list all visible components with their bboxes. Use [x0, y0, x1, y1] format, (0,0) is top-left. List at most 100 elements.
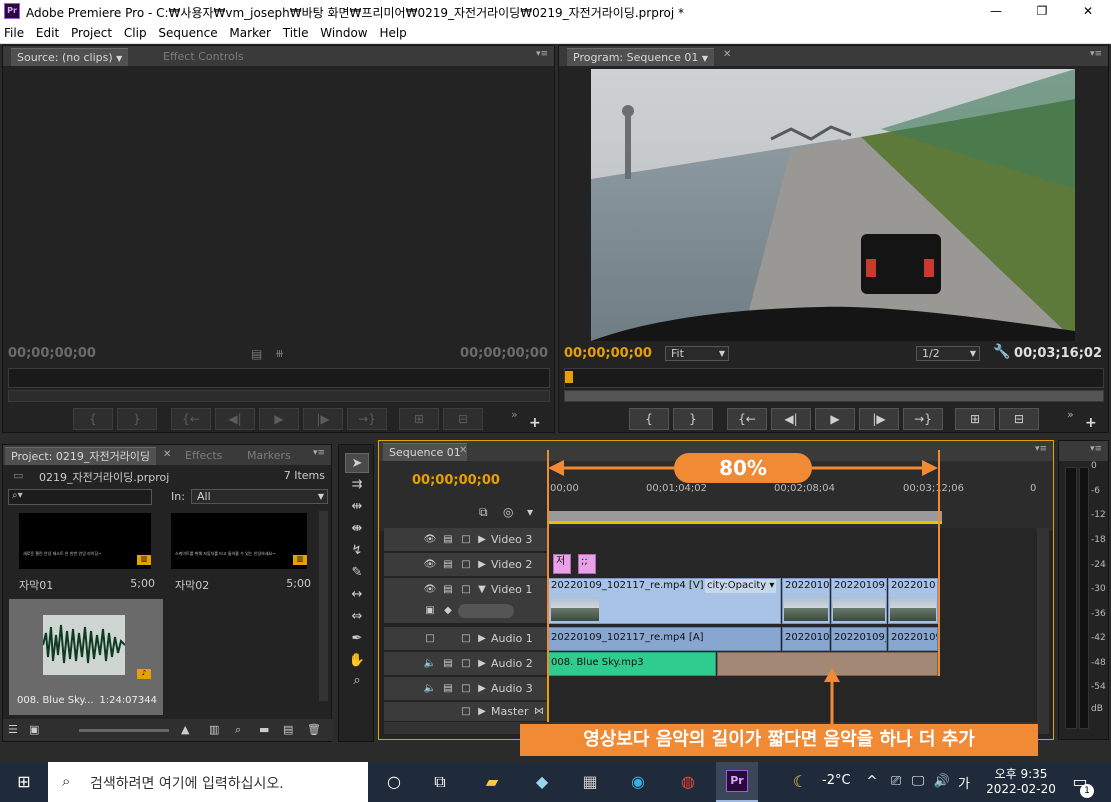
menu-title[interactable]: Title: [279, 23, 313, 40]
eye-icon[interactable]: 👁: [422, 583, 438, 597]
lock-icon[interactable]: □: [458, 583, 474, 597]
source-scrub-bar[interactable]: [8, 368, 550, 388]
go-to-in-button[interactable]: {←: [171, 408, 211, 430]
panel-menu-icon[interactable]: ▾≡: [1035, 444, 1047, 454]
mark-out-button[interactable]: }: [117, 408, 157, 430]
speaker-icon[interactable]: 🔈: [422, 657, 438, 671]
go-to-in-button[interactable]: {←: [727, 408, 767, 430]
weather-temp[interactable]: -2°C: [822, 773, 851, 788]
expand-icon[interactable]: ▶: [474, 533, 490, 547]
music-clip[interactable]: 008. Blue Sky.mp3: [548, 652, 716, 676]
overwrite-button[interactable]: ⊟: [443, 408, 483, 430]
network-icon[interactable]: 🖵: [906, 770, 930, 794]
expand-icon[interactable]: ▶: [474, 705, 490, 719]
tab-markers[interactable]: Markers: [241, 447, 297, 465]
task-view-icon[interactable]: ⧉: [428, 770, 452, 794]
sync-lock-icon[interactable]: ▤: [440, 558, 456, 572]
meet-now-icon[interactable]: ⎚: [884, 770, 908, 794]
play-button[interactable]: ▶: [815, 408, 855, 430]
video-clip[interactable]: 2022010: [888, 578, 938, 624]
sync-lock-icon[interactable]: ▤: [440, 533, 456, 547]
sync-lock-icon[interactable]: ▤: [440, 583, 456, 597]
find-icon[interactable]: ⌕: [235, 723, 241, 737]
audio-clip[interactable]: 20220109: [888, 627, 938, 651]
track-master[interactable]: □ ▶ Master ⋈: [384, 702, 547, 722]
audio-clip[interactable]: 20220109_102117_re.mp4 [A]: [548, 627, 781, 651]
lock-icon[interactable]: □: [458, 657, 474, 671]
film-icon[interactable]: ▤: [251, 347, 262, 361]
program-timecode-current[interactable]: 00;00;00;00: [564, 346, 652, 361]
file-explorer-icon[interactable]: ▰: [480, 770, 504, 794]
step-back-button[interactable]: ◀|: [215, 408, 255, 430]
wrench-icon[interactable]: 🔧: [993, 344, 1010, 360]
ripple-edit-tool-icon[interactable]: ⇹: [345, 497, 369, 517]
new-item-icon[interactable]: ▤: [283, 723, 293, 736]
moon-weather-icon[interactable]: ☾: [788, 770, 812, 794]
lift-button[interactable]: ⊞: [955, 408, 995, 430]
source-timecode-out[interactable]: 00;00;00;00: [460, 346, 548, 361]
timeline-timecode[interactable]: 00;00;00;00: [412, 473, 500, 488]
windows-start-icon[interactable]: ⊞: [12, 770, 36, 794]
extract-button[interactable]: ⊟: [999, 408, 1039, 430]
add-button-icon[interactable]: +: [1085, 415, 1097, 431]
eye-icon[interactable]: 👁: [422, 533, 438, 547]
close-tab-icon[interactable]: ✕: [723, 49, 731, 60]
edge-icon[interactable]: ◉: [626, 770, 650, 794]
zoom-slider[interactable]: [79, 729, 169, 732]
tab-source[interactable]: Source: (no clips) ▼: [11, 48, 129, 66]
work-area-bar[interactable]: [548, 511, 942, 521]
premiere-taskbar-button[interactable]: Pr: [716, 762, 758, 802]
lock-icon[interactable]: □: [458, 682, 474, 696]
audio-clip[interactable]: 2022010: [782, 627, 830, 651]
panel-menu-icon[interactable]: ▾≡: [536, 49, 548, 59]
track-video-1[interactable]: 👁 ▤ □ ▼ Video 1 ▣ ◆: [384, 578, 547, 624]
resolution-dropdown[interactable]: 1/2 ▼: [916, 346, 980, 361]
clock[interactable]: 오후 9:35 2022-02-20: [986, 765, 1056, 796]
display-style-icon[interactable]: ▣: [422, 604, 438, 618]
track-video-2[interactable]: 👁 ▤ □ ▶ Video 2: [384, 553, 547, 577]
time-ruler[interactable]: 00;00 00;01;04;02 00;02;08;04 00;03;12;0…: [548, 481, 1038, 527]
add-button-icon[interactable]: +: [529, 415, 541, 431]
timeline-vscroll[interactable]: [1037, 528, 1049, 722]
menu-file[interactable]: File: [0, 23, 28, 40]
audio-clip[interactable]: 20220109_: [831, 627, 887, 651]
project-item[interactable]: 새로운 챌린 안녕 테스트 안 한번 안녕 라이딩~ ▥ 자막01 5;00: [9, 511, 159, 597]
close-button[interactable]: ✕: [1065, 0, 1111, 23]
insert-button[interactable]: ⊞: [399, 408, 439, 430]
go-to-out-button[interactable]: →}: [903, 408, 943, 430]
add-marker-icon[interactable]: ▾: [527, 505, 533, 519]
track-audio-3[interactable]: 🔈 ▤ □ ▶ Audio 3: [384, 677, 547, 701]
expand-icon[interactable]: ▶: [474, 632, 490, 646]
menu-sequence[interactable]: Sequence: [154, 23, 221, 40]
lock-icon[interactable]: □: [458, 632, 474, 646]
trash-icon[interactable]: 🗑: [307, 723, 321, 736]
step-forward-button[interactable]: |▶: [303, 408, 343, 430]
panel-menu-icon[interactable]: ▾≡: [1090, 49, 1102, 59]
volume-icon[interactable]: 🔊: [930, 770, 954, 794]
project-item[interactable]: ♪ 008. Blue Sky... 1:24:07344: [9, 599, 163, 715]
snap-icon[interactable]: ⧉: [479, 505, 488, 520]
chevron-down-icon[interactable]: ▼: [116, 54, 122, 63]
zoom-tool-icon[interactable]: ⌕: [345, 671, 369, 691]
marker-icon[interactable]: ◎: [503, 505, 513, 519]
close-tab-icon[interactable]: ✕: [163, 449, 171, 460]
title-clip[interactable]: ;;: [578, 554, 596, 574]
project-scrollbar[interactable]: [319, 511, 328, 701]
chrome-icon[interactable]: ◍: [676, 770, 700, 794]
keyframe-nav[interactable]: [458, 604, 514, 618]
lock-icon[interactable]: □: [458, 705, 474, 719]
eye-icon[interactable]: 👁: [422, 558, 438, 572]
tab-effects[interactable]: Effects: [179, 447, 228, 465]
keyframe-icon[interactable]: ◆: [440, 604, 456, 618]
cortana-icon[interactable]: ○: [382, 770, 406, 794]
program-scrub-bar[interactable]: [564, 368, 1104, 388]
in-filter-dropdown[interactable]: All ▼: [191, 489, 328, 504]
program-zoom-bar[interactable]: [564, 390, 1104, 402]
panel-menu-icon[interactable]: ▾≡: [1090, 444, 1102, 454]
rate-stretch-tool-icon[interactable]: ↯: [345, 541, 369, 561]
slide-tool-icon[interactable]: ⇔: [345, 607, 369, 627]
project-item[interactable]: 스케이트를 취해 자동차를 타고 돌아올 수 있는 안녕하세요~ ▥ 자막02 …: [165, 511, 315, 597]
speaker-icon[interactable]: □: [422, 632, 438, 646]
razor-tool-icon[interactable]: ✎: [345, 563, 369, 583]
expand-icon[interactable]: ▶: [474, 682, 490, 696]
